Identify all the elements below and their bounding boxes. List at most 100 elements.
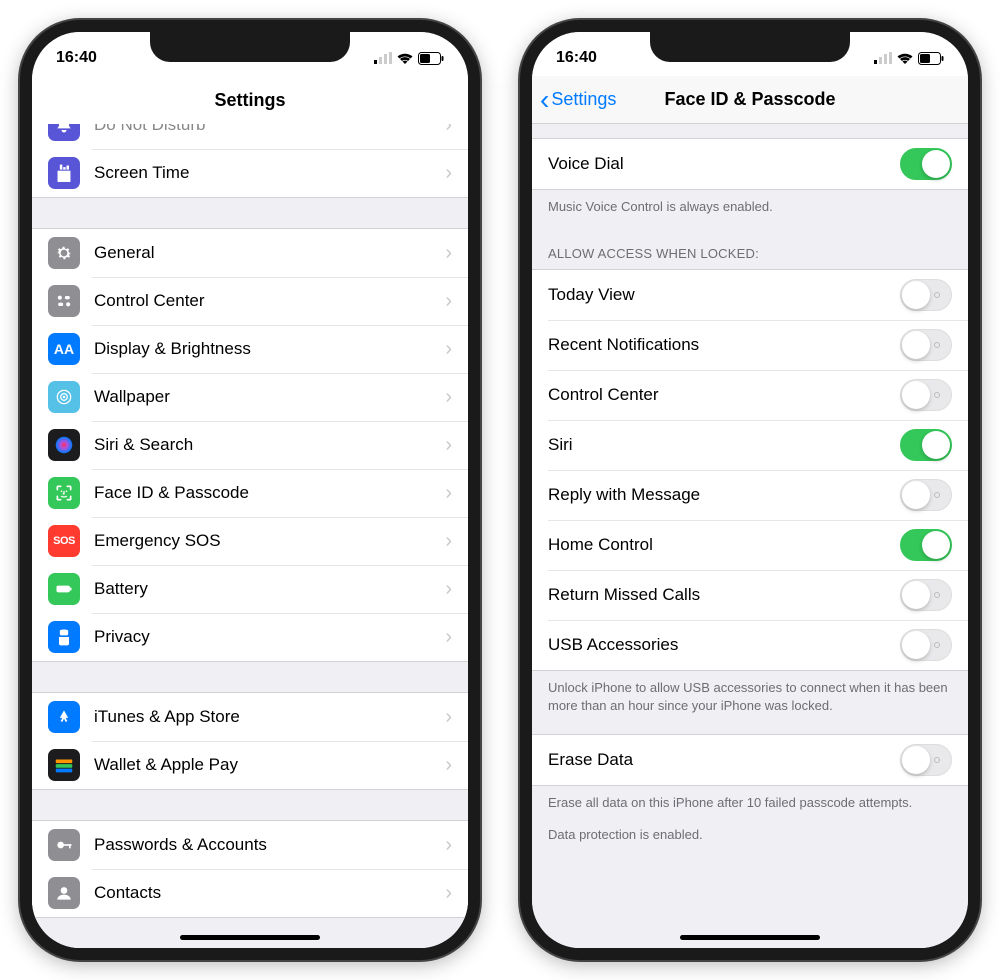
settings-row-sos[interactable]: SOSEmergency SOS› [32, 517, 468, 565]
screentime-icon [48, 157, 80, 189]
group-footer: Erase all data on this iPhone after 10 f… [532, 786, 968, 816]
chevron-right-icon: › [445, 754, 452, 777]
row-label: Do Not Disturb [94, 124, 445, 135]
settings-row-display[interactable]: AADisplay & Brightness› [32, 325, 468, 373]
cell-signal-icon [374, 52, 392, 64]
row-label: Wallet & Apple Pay [94, 755, 445, 775]
control-icon [48, 285, 80, 317]
display-icon: AA [48, 333, 80, 365]
sos-icon: SOS [48, 525, 80, 557]
settings-row-faceid[interactable]: Face ID & Passcode› [32, 469, 468, 517]
chevron-right-icon: › [445, 882, 452, 905]
back-label: Settings [551, 89, 616, 110]
settings-row-wallpaper[interactable]: Wallpaper› [32, 373, 468, 421]
row-label: Emergency SOS [94, 531, 445, 551]
row-label: General [94, 243, 445, 263]
chevron-right-icon: › [445, 386, 452, 409]
row-label: Face ID & Passcode [94, 483, 445, 503]
settings-row-screentime[interactable]: Screen Time› [32, 149, 468, 197]
toggle-switch[interactable] [900, 329, 952, 361]
row-label: Wallpaper [94, 387, 445, 407]
toggle-switch[interactable] [900, 429, 952, 461]
chevron-right-icon: › [445, 290, 452, 313]
notch [150, 32, 350, 62]
row-label: Control Center [94, 291, 445, 311]
nav-bar: ‹ Settings Face ID & Passcode [532, 76, 968, 124]
page-title: Settings [214, 90, 285, 111]
toggle-switch[interactable] [900, 148, 952, 180]
home-indicator[interactable] [680, 935, 820, 940]
row-label: USB Accessories [548, 635, 900, 655]
allow-row-control-center: Control Center [532, 370, 968, 420]
chevron-right-icon: › [445, 706, 452, 729]
page-title: Face ID & Passcode [664, 89, 835, 110]
status-time: 16:40 [556, 49, 597, 67]
settings-row-siri[interactable]: Siri & Search› [32, 421, 468, 469]
appstore-icon [48, 701, 80, 733]
chevron-left-icon: ‹ [540, 86, 549, 114]
battery-icon [918, 52, 944, 65]
settings-row-control[interactable]: Control Center› [32, 277, 468, 325]
toggle-switch[interactable] [900, 529, 952, 561]
home-indicator[interactable] [180, 935, 320, 940]
settings-list[interactable]: Do Not Disturb›Screen Time›General›Contr… [32, 124, 468, 948]
settings-row-battery[interactable]: Battery› [32, 565, 468, 613]
allow-row-return-missed-calls: Return Missed Calls [532, 570, 968, 620]
row-label: Screen Time [94, 163, 445, 183]
toggle-switch[interactable] [900, 379, 952, 411]
privacy-icon [48, 621, 80, 653]
notch [650, 32, 850, 62]
row-label: iTunes & App Store [94, 707, 445, 727]
voice-dial-row: Voice Dial [532, 139, 968, 189]
row-label: Contacts [94, 883, 445, 903]
toggle-switch[interactable] [900, 479, 952, 511]
toggle-switch[interactable] [900, 629, 952, 661]
row-label: Privacy [94, 627, 445, 647]
phone-left: 16:40 Settings Do Not Disturb›Screen Tim… [20, 20, 480, 960]
contacts-icon [48, 877, 80, 909]
siri-icon [48, 429, 80, 461]
row-label: Erase Data [548, 750, 900, 770]
settings-row-contacts[interactable]: Contacts› [32, 869, 468, 917]
chevron-right-icon: › [445, 124, 452, 137]
settings-row-appstore[interactable]: iTunes & App Store› [32, 693, 468, 741]
row-label: Return Missed Calls [548, 585, 900, 605]
allow-row-recent-notifications: Recent Notifications [532, 320, 968, 370]
wifi-icon [396, 52, 414, 65]
toggle-switch[interactable] [900, 279, 952, 311]
settings-row-privacy[interactable]: Privacy› [32, 613, 468, 661]
nav-bar: Settings [32, 76, 468, 124]
chevron-right-icon: › [445, 578, 452, 601]
allow-row-siri: Siri [532, 420, 968, 470]
row-label: Control Center [548, 385, 900, 405]
row-label: Home Control [548, 535, 900, 555]
group-footer: Unlock iPhone to allow USB accessories t… [532, 671, 968, 719]
cell-signal-icon [874, 52, 892, 64]
toggle-switch[interactable] [900, 744, 952, 776]
status-icons [874, 52, 944, 65]
group-footer: Data protection is enabled. [532, 816, 968, 848]
faceid-icon [48, 477, 80, 509]
group-header: ALLOW ACCESS WHEN LOCKED: [532, 238, 968, 269]
toggle-switch[interactable] [900, 579, 952, 611]
screen-right: 16:40 ‹ Settings Face ID & Passcode Voic… [532, 32, 968, 948]
phone-right: 16:40 ‹ Settings Face ID & Passcode Voic… [520, 20, 980, 960]
faceid-settings-list[interactable]: Voice DialMusic Voice Control is always … [532, 124, 968, 948]
wifi-icon [896, 52, 914, 65]
chevron-right-icon: › [445, 338, 452, 361]
battery-icon [418, 52, 444, 65]
general-icon [48, 237, 80, 269]
settings-row-dnd[interactable]: Do Not Disturb› [32, 124, 468, 149]
chevron-right-icon: › [445, 434, 452, 457]
back-button[interactable]: ‹ Settings [540, 86, 616, 114]
settings-row-general[interactable]: General› [32, 229, 468, 277]
settings-row-passwords[interactable]: Passwords & Accounts› [32, 821, 468, 869]
group-footer: Music Voice Control is always enabled. [532, 190, 968, 220]
wallpaper-icon [48, 381, 80, 413]
allow-row-reply-with-message: Reply with Message [532, 470, 968, 520]
settings-row-wallet[interactable]: Wallet & Apple Pay› [32, 741, 468, 789]
wallet-icon [48, 749, 80, 781]
status-icons [374, 52, 444, 65]
row-label: Reply with Message [548, 485, 900, 505]
battery-icon [48, 573, 80, 605]
